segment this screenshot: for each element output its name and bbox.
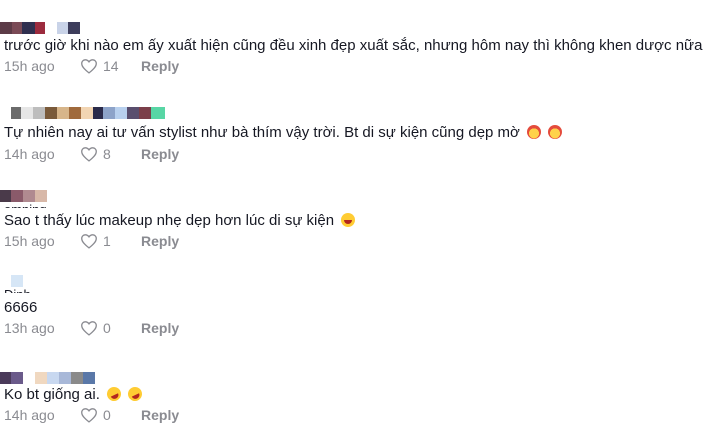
like-button[interactable]: 14 [80, 58, 123, 74]
emoji-icon [527, 125, 542, 139]
comment-meta: 15h ago 14 Reply [4, 57, 179, 75]
username-pixelated[interactable] [0, 372, 95, 386]
comment-text: Tự nhiên nay ai tư vấn stylist như bà th… [4, 124, 563, 142]
comment-meta: 15h ago 1 Reply [4, 232, 179, 250]
reply-button[interactable]: Reply [141, 407, 179, 423]
timestamp: 15h ago [4, 58, 55, 74]
like-button[interactable]: 8 [80, 146, 123, 162]
emoji-icon [548, 125, 563, 139]
heart-icon [81, 147, 97, 162]
reply-button[interactable]: Reply [141, 146, 179, 162]
reply-button[interactable]: Reply [141, 58, 179, 74]
username-pixelated[interactable] [0, 22, 80, 36]
like-button[interactable]: 0 [80, 407, 123, 423]
comment-meta: 14h ago 0 Reply [4, 406, 179, 424]
heart-icon [81, 234, 97, 249]
username-partial: omning [4, 202, 47, 208]
reply-button[interactable]: Reply [141, 320, 179, 336]
timestamp: 14h ago [4, 146, 55, 162]
rofl-emoji-icon [104, 384, 124, 404]
like-count: 8 [103, 146, 111, 162]
heart-icon [81, 408, 97, 423]
comment-text: trước giờ khi nào em ấy xuất hiện cũng đ… [4, 37, 703, 54]
username-pixelated[interactable] [0, 107, 165, 121]
heart-icon [81, 321, 97, 336]
like-button[interactable]: 1 [80, 233, 123, 249]
timestamp: 15h ago [4, 233, 55, 249]
rofl-emoji-icon [125, 384, 145, 404]
like-count: 1 [103, 233, 111, 249]
timestamp: 13h ago [4, 320, 55, 336]
heart-icon [81, 59, 97, 74]
like-button[interactable]: 0 [80, 320, 123, 336]
reply-button[interactable]: Reply [141, 233, 179, 249]
username-partial: Dinh [4, 287, 31, 293]
comment-meta: 14h ago 8 Reply [4, 145, 179, 163]
like-count: 0 [103, 320, 111, 336]
timestamp: 14h ago [4, 407, 55, 423]
grin-emoji-icon [341, 213, 356, 227]
comment-text: Sao t thấy lúc makeup nhẹ dẹp hơn lúc di… [4, 212, 356, 230]
like-count: 14 [103, 58, 119, 74]
like-count: 0 [103, 407, 111, 423]
comment-meta: 13h ago 0 Reply [4, 319, 179, 337]
comment-text: 6666 [4, 299, 38, 316]
comment-text: Ko bt giống ai. [4, 384, 145, 404]
